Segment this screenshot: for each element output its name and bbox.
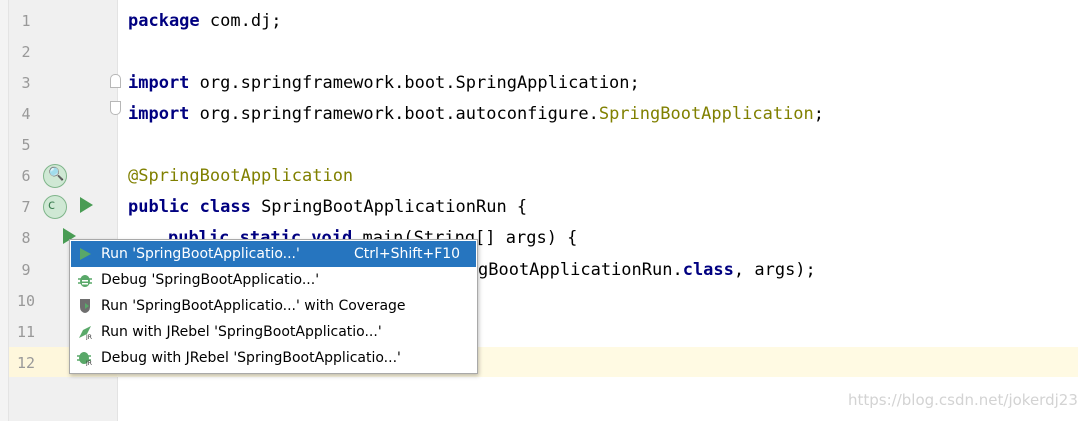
line-number: 1: [21, 12, 31, 30]
coverage-icon: [80, 299, 90, 313]
line-number: 5: [21, 136, 31, 154]
menu-item-label: Debug 'SpringBootApplicatio...': [101, 272, 320, 288]
menu-item-shortcut: Ctrl+Shift+F10: [354, 246, 461, 262]
code-text: SpringBootApplicationRun {: [250, 197, 528, 217]
spring-bean-icon[interactable]: 🔍: [43, 164, 67, 188]
menu-item-jrebel-run[interactable]: JR Run with JRebel 'SpringBootApplicatio…: [71, 319, 476, 345]
line-number: 6: [21, 167, 31, 185]
line-number: 2: [21, 43, 31, 61]
keyword: import: [128, 104, 190, 124]
code-line-9[interactable]: gBootApplicationRun.class, args);: [478, 255, 816, 286]
code-text: ;: [813, 104, 825, 124]
run-context-menu: Run 'SpringBootApplicatio...' Ctrl+Shift…: [69, 239, 478, 374]
code-text: com.dj;: [199, 11, 282, 31]
line-number: 12: [16, 354, 36, 372]
menu-item-label: Run 'SpringBootApplicatio...' with Cover…: [101, 298, 406, 314]
line-number: 4: [21, 105, 31, 123]
fold-marker-icon[interactable]: [110, 74, 121, 88]
left-tool-strip: [0, 0, 9, 421]
svg-text:JR: JR: [85, 360, 92, 366]
spring-bean-icon[interactable]: c: [43, 195, 67, 219]
svg-text:JR: JR: [85, 334, 92, 340]
run-icon: [80, 248, 91, 260]
menu-item-coverage[interactable]: Run 'SpringBootApplicatio...' with Cover…: [71, 293, 476, 319]
keyword: public class: [128, 197, 251, 217]
line-number: 8: [21, 229, 31, 247]
watermark: https://blog.csdn.net/jokerdj233: [848, 391, 1078, 409]
menu-item-label: Run 'SpringBootApplicatio...': [101, 246, 300, 262]
annotation-text: SpringBootApplication: [598, 104, 814, 124]
keyword: import: [128, 73, 190, 93]
code-text: org.springframework.boot.autoconfigure.: [189, 104, 599, 124]
menu-item-run[interactable]: Run 'SpringBootApplicatio...' Ctrl+Shift…: [71, 241, 476, 267]
line-number: 10: [16, 292, 36, 310]
line-number: 7: [21, 198, 31, 216]
code-line-6[interactable]: @SpringBootApplication: [128, 161, 353, 192]
line-number: 11: [16, 323, 36, 341]
code-line-7[interactable]: public class SpringBootApplicationRun {: [128, 192, 527, 223]
menu-item-jrebel-debug[interactable]: JR Debug with JRebel 'SpringBootApplicat…: [71, 345, 476, 371]
menu-item-debug[interactable]: Debug 'SpringBootApplicatio...': [71, 267, 476, 293]
run-icon[interactable]: [80, 197, 93, 213]
keyword: package: [128, 11, 200, 31]
code-text: gBootApplicationRun.: [478, 260, 683, 280]
code-line-1[interactable]: package com.dj;: [128, 6, 282, 37]
code-line-4[interactable]: import org.springframework.boot.autoconf…: [128, 99, 824, 130]
jrebel-run-icon: JR: [79, 326, 92, 340]
code-line-3[interactable]: import org.springframework.boot.SpringAp…: [128, 68, 640, 99]
code-editor[interactable]: 1 2 3 4 5 6 7 8 9 10 11 12 🔍 c package c…: [0, 0, 1078, 421]
jrebel-debug-icon: JR: [77, 352, 92, 366]
fold-marker-icon[interactable]: [110, 101, 121, 115]
debug-icon: [78, 275, 92, 287]
line-number: 9: [21, 261, 31, 279]
annotation-text: @SpringBootApplication: [128, 166, 354, 186]
keyword: class: [682, 260, 734, 280]
line-number: 3: [21, 74, 31, 92]
menu-item-label: Run with JRebel 'SpringBootApplicatio...…: [101, 324, 382, 340]
code-text: , args);: [733, 260, 816, 280]
code-text: org.springframework.boot.SpringApplicati…: [189, 73, 640, 93]
menu-item-label: Debug with JRebel 'SpringBootApplicatio.…: [101, 350, 401, 366]
